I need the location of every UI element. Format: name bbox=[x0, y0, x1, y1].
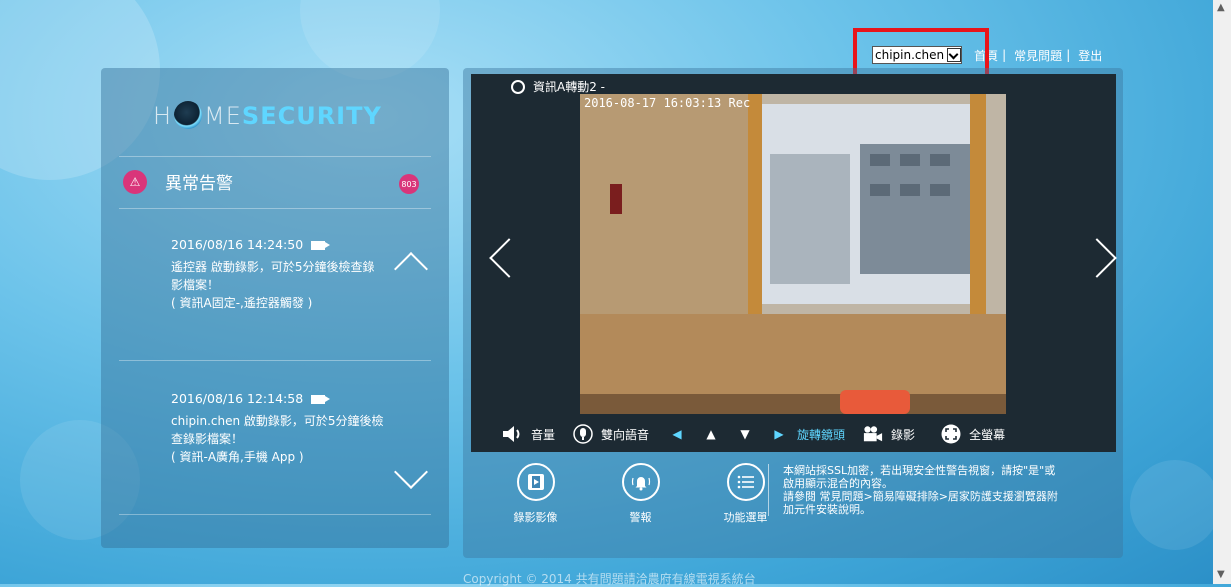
alarm-label: 警報 bbox=[629, 511, 652, 524]
divider bbox=[119, 514, 431, 515]
alert-text: 查錄影檔案！ bbox=[171, 432, 244, 446]
tilt-up-button[interactable]: ▲ bbox=[701, 424, 729, 444]
alarm-title: 異常告警 bbox=[165, 174, 233, 194]
volume-label: 音量 bbox=[531, 427, 556, 442]
alarm-button[interactable]: 警報 bbox=[588, 463, 693, 525]
alert-source: ( 資訊-A廣角,手機 App ) bbox=[171, 450, 304, 464]
alarm-panel: H MESECURITY ⚠ 異常告警 803 2016/08/16 14:24:… bbox=[101, 68, 449, 548]
recordings-label: 錄影影像 bbox=[513, 511, 558, 524]
pan-left-button[interactable]: ◀ bbox=[667, 424, 695, 444]
alert-text: 遙控器 啟動錄影，可於5分鐘後檢查錄 bbox=[171, 260, 375, 274]
alert-time-text: 2016/08/16 12:14:58 bbox=[171, 391, 304, 406]
logo-orb-icon bbox=[174, 101, 203, 129]
divider bbox=[119, 156, 431, 157]
divider bbox=[119, 360, 431, 361]
alert-time-text: 2016/08/16 14:24:50 bbox=[171, 237, 304, 252]
record-button[interactable]: 錄影 bbox=[863, 424, 915, 444]
fullscreen-label: 全螢幕 bbox=[969, 427, 1006, 442]
camera-name: 資訊A轉動2 - bbox=[533, 80, 605, 94]
recordings-button[interactable]: 錄影影像 bbox=[483, 463, 588, 525]
note-text: 加元件安裝說明。 bbox=[783, 503, 871, 516]
alarm-header[interactable]: ⚠ 異常告警 bbox=[123, 169, 233, 194]
arrow-left-icon: ◀ bbox=[672, 427, 682, 441]
warning-icon: ⚠ bbox=[123, 169, 147, 194]
alert-item[interactable]: 2016/08/16 12:14:58 chipin.chen 啟動錄影，可於5… bbox=[171, 390, 391, 466]
divider bbox=[119, 208, 431, 209]
two-way-audio-label: 雙向語音 bbox=[601, 427, 650, 442]
ssl-note: 本網站採SSL加密，若出現安全性警告視窗，請按"是"或 啟用顯示混合的內容。 請… bbox=[768, 464, 1123, 516]
video-frame-image bbox=[580, 94, 1006, 414]
alert-time: 2016/08/16 12:14:58 bbox=[171, 390, 391, 408]
alert-time: 2016/08/16 14:24:50 bbox=[171, 236, 391, 254]
alert-text: 影檔案！ bbox=[171, 278, 220, 292]
two-way-audio-button[interactable]: 雙向語音 bbox=[573, 424, 649, 444]
scroll-down-icon[interactable]: ▼ bbox=[1217, 569, 1225, 580]
alert-item[interactable]: 2016/08/16 14:24:50 遙控器 啟動錄影，可於5分鐘後檢查錄 影… bbox=[171, 236, 391, 312]
location-pin-icon bbox=[511, 79, 525, 94]
arrow-up-icon: ▲ bbox=[706, 427, 716, 441]
note-text: 請參閱 常見問題>簡易障礙排除>居家防護支援瀏覽器附 bbox=[783, 490, 1058, 503]
video-toolbar: 音量 雙向語音 ◀ ▲ ▼ ▶ 旋轉鏡頭 錄影 全螢幕 bbox=[503, 422, 1093, 446]
logo-text: ME bbox=[204, 102, 242, 130]
pan-right-button[interactable]: ▶ 旋轉鏡頭 bbox=[769, 424, 845, 444]
previous-camera-arrow-icon[interactable] bbox=[489, 238, 529, 278]
arrow-right-icon: ▶ bbox=[774, 427, 784, 441]
rotate-label: 旋轉鏡頭 bbox=[797, 427, 846, 442]
bell-icon bbox=[621, 463, 660, 501]
copyright: Copyright © 2014 共有問題請洽農府有線電視系統台 bbox=[463, 572, 756, 586]
separator: | bbox=[1066, 48, 1071, 62]
alarm-count-badge: 803 bbox=[399, 174, 419, 194]
video-timestamp: 2016-08-17 16:03:13 Rec bbox=[584, 96, 751, 110]
video-camera-icon bbox=[311, 394, 331, 404]
note-text: 啟用顯示混合的內容。 bbox=[783, 477, 893, 490]
alert-text: chipin.chen 啟動錄影，可於5分鐘後檢 bbox=[171, 414, 384, 428]
logo-text: SECURITY bbox=[241, 102, 382, 130]
logo-text: H bbox=[153, 102, 173, 130]
home-security-logo: H MESECURITY bbox=[153, 101, 382, 130]
logout-link[interactable]: 登出 bbox=[1078, 47, 1102, 64]
camera-panel: 資訊A轉動2 - 2016-08-17 16:03:13 Rec 音量 雙向語音… bbox=[463, 68, 1123, 558]
video-camera-icon bbox=[311, 240, 331, 250]
fullscreen-icon bbox=[941, 424, 961, 444]
alert-source: ( 資訊A固定-,遙控器觸發 ) bbox=[171, 296, 313, 310]
record-label: 錄影 bbox=[891, 427, 916, 442]
separator: | bbox=[1002, 48, 1007, 62]
background-bokeh bbox=[1130, 460, 1220, 550]
page-scrollbar[interactable]: ▲ ▼ bbox=[1213, 0, 1231, 584]
menu-list-icon bbox=[726, 463, 765, 501]
live-video[interactable]: 2016-08-17 16:03:13 Rec bbox=[580, 94, 1006, 414]
scroll-up-chevron-icon[interactable] bbox=[394, 252, 428, 286]
speaker-icon bbox=[503, 424, 523, 444]
scroll-up-icon[interactable]: ▲ bbox=[1217, 2, 1225, 13]
fullscreen-button[interactable]: 全螢幕 bbox=[941, 424, 1005, 444]
microphone-icon bbox=[573, 424, 593, 444]
menu-label: 功能選單 bbox=[723, 511, 768, 524]
next-camera-arrow-icon[interactable] bbox=[1077, 238, 1117, 278]
faq-link[interactable]: 常見問題 bbox=[1014, 47, 1062, 64]
note-text: 本網站採SSL加密，若出現安全性警告視窗，請按"是"或 bbox=[783, 464, 1056, 477]
tilt-down-button[interactable]: ▼ bbox=[735, 424, 763, 444]
volume-button[interactable]: 音量 bbox=[503, 424, 555, 444]
camera-title: 資訊A轉動2 - bbox=[511, 78, 605, 95]
scroll-down-chevron-icon[interactable] bbox=[394, 455, 428, 489]
video-area: 資訊A轉動2 - 2016-08-17 16:03:13 Rec 音量 雙向語音… bbox=[471, 74, 1117, 452]
film-icon bbox=[516, 463, 555, 501]
arrow-down-icon: ▼ bbox=[740, 427, 750, 441]
video-camera-icon bbox=[863, 424, 883, 444]
bottom-actions: 錄影影像 警報 功能選單 bbox=[483, 463, 798, 525]
